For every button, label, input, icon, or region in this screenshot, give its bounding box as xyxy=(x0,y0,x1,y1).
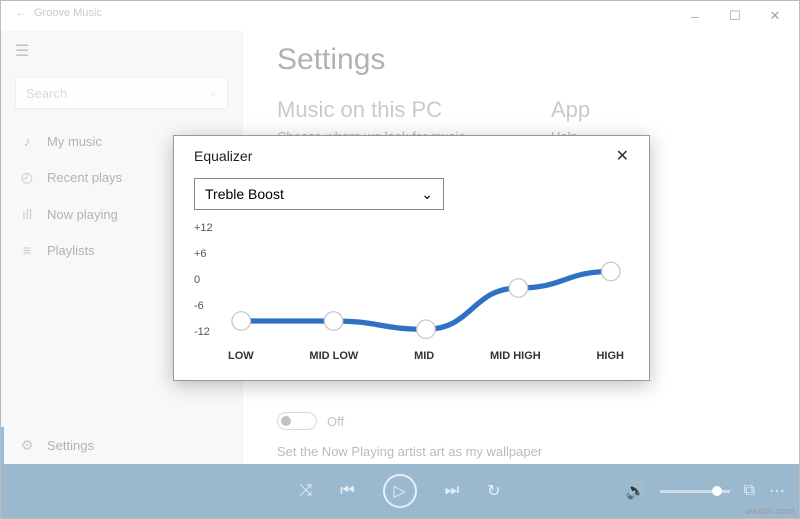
shuffle-icon[interactable]: ⤨ xyxy=(299,482,312,500)
window-maximize-button[interactable]: ☐ xyxy=(715,1,755,31)
wallpaper-caption: Set the Now Playing artist art as my wal… xyxy=(277,444,765,459)
sidebar-item-label: Playlists xyxy=(47,243,95,258)
play-button[interactable]: ▷ xyxy=(383,474,417,508)
chevron-down-icon: ⌄ xyxy=(421,186,433,203)
back-icon[interactable]: ← xyxy=(15,7,26,19)
section-heading-app: App xyxy=(551,97,765,123)
equalizer-band-handle[interactable] xyxy=(417,320,435,338)
volume-slider[interactable] xyxy=(660,490,730,493)
equalizer-preset-select[interactable]: Treble Boost ⌄ xyxy=(194,178,444,210)
sidebar-item-settings[interactable]: ⚙ Settings xyxy=(1,427,242,464)
playlist-icon: ≡ xyxy=(19,242,35,258)
music-note-icon: ♪ xyxy=(19,133,35,149)
equalizer-bars-icon: ıll xyxy=(19,206,35,222)
equalizer-band-handle[interactable] xyxy=(232,312,250,330)
titlebar: ← Groove Music – ☐ ✕ xyxy=(1,1,799,31)
sidebar-item-label: Recent plays xyxy=(47,170,122,185)
search-icon: ⌕ xyxy=(210,85,217,101)
window-minimize-button[interactable]: – xyxy=(675,1,715,31)
equalizer-chart: +12 +6 0 -6 -12 LOW MID LOW MID MID HIGH… xyxy=(194,222,624,362)
app-title: Groove Music xyxy=(34,7,102,19)
page-title: Settings xyxy=(277,43,765,77)
more-icon[interactable]: ⋯ xyxy=(769,481,785,501)
equalizer-plot xyxy=(228,222,624,420)
dialog-title: Equalizer xyxy=(194,148,252,164)
equalizer-band-handle[interactable] xyxy=(324,312,342,330)
gear-icon: ⚙ xyxy=(19,437,35,454)
y-axis-labels: +12 +6 0 -6 -12 xyxy=(194,222,222,338)
sidebar-item-label: Settings xyxy=(47,438,94,453)
equalizer-band-handle[interactable] xyxy=(509,279,527,297)
search-input[interactable]: Search ⌕ xyxy=(15,77,228,109)
playback-bar: ⤨ ⏮ ▷ ⏭ ↻ 🔊 ⧉ ⋯ xyxy=(1,464,799,518)
next-track-icon[interactable]: ⏭ xyxy=(445,482,459,500)
volume-icon[interactable]: 🔊 xyxy=(626,481,646,501)
equalizer-dialog: Equalizer ✕ Treble Boost ⌄ +12 +6 0 -6 -… xyxy=(173,135,650,381)
close-icon[interactable]: ✕ xyxy=(616,146,629,166)
preset-value: Treble Boost xyxy=(205,186,284,202)
x-axis-labels: LOW MID LOW MID MID HIGH HIGH xyxy=(228,350,624,362)
miniplayer-icon[interactable]: ⧉ xyxy=(744,482,755,500)
window-close-button[interactable]: ✕ xyxy=(755,1,795,31)
sidebar-item-label: My music xyxy=(47,134,102,149)
previous-track-icon[interactable]: ⏮ xyxy=(340,482,354,500)
clock-icon: ◴ xyxy=(19,169,35,186)
equalizer-band-handle[interactable] xyxy=(602,262,620,280)
sidebar-item-label: Now playing xyxy=(47,207,118,222)
app-window: ← Groove Music – ☐ ✕ ☰ Search ⌕ ♪ My mus… xyxy=(0,0,800,519)
attribution: wsxdn.com xyxy=(745,506,795,516)
search-placeholder: Search xyxy=(26,86,67,101)
repeat-icon[interactable]: ↻ xyxy=(487,481,500,501)
section-heading-music: Music on this PC xyxy=(277,97,491,123)
hamburger-icon[interactable]: ☰ xyxy=(1,35,242,67)
